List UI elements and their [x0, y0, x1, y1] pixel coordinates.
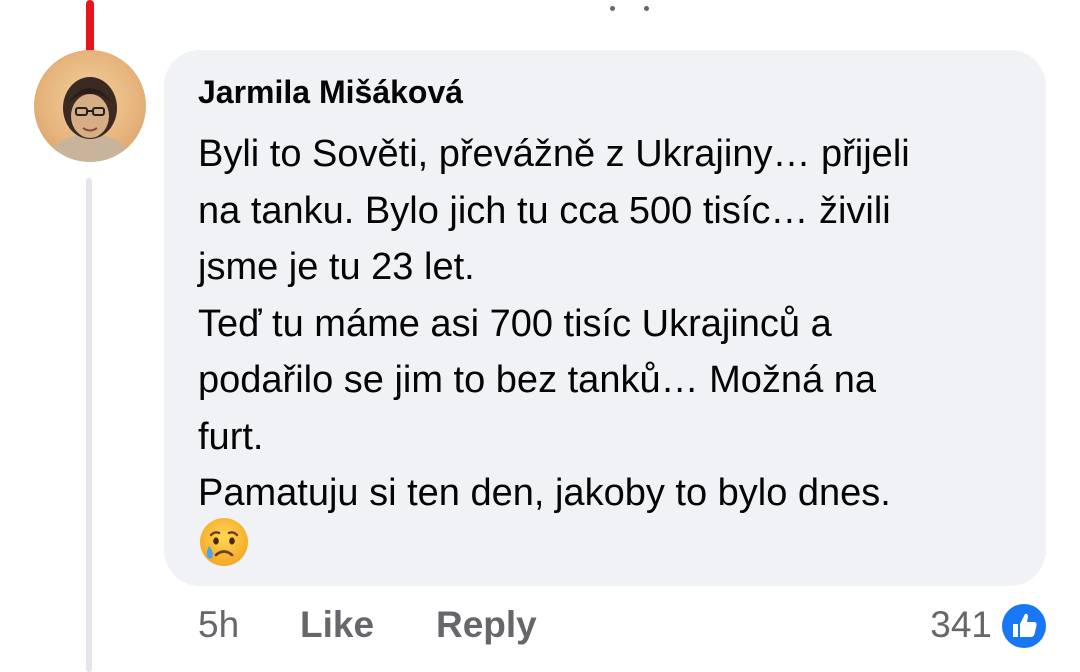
comment-text-line: furt.: [198, 415, 264, 458]
comment-text-line: Pamatuju si ten den, jakoby to bylo dnes…: [198, 472, 891, 514]
comment-text-line: Teď tu máme asi 700 tisíc Ukrajinců a: [198, 302, 832, 345]
comment-text-line: jsme je tu 23 let.: [198, 246, 475, 288]
reaction-summary[interactable]: 341: [890, 600, 1050, 652]
reply-thread-line: [86, 178, 92, 672]
comment-text-line: podařilo se jim to bez tanků… Možná na: [198, 359, 877, 401]
comment-text: Byli to Sověti, převážně z Ukrajiny… při…: [198, 126, 1038, 522]
avatar[interactable]: [34, 50, 146, 162]
comment-text-line: na tanku. Bylo jich tu cca 500 tisíc… ži…: [198, 189, 891, 232]
like-reaction-icon: [999, 601, 1049, 651]
like-button[interactable]: Like: [300, 604, 374, 646]
previous-comment-dots: [600, 0, 660, 14]
reply-button[interactable]: Reply: [436, 604, 537, 646]
comment-timestamp[interactable]: 5h: [198, 604, 239, 646]
comment-author[interactable]: Jarmila Mišáková: [198, 74, 463, 111]
sad-tear-emoji-icon: [200, 518, 248, 566]
comment-text-line: Byli to Sověti, převážně z Ukrajiny… při…: [198, 133, 910, 175]
avatar-portrait: [50, 77, 130, 162]
reaction-count: 341: [930, 604, 992, 645]
